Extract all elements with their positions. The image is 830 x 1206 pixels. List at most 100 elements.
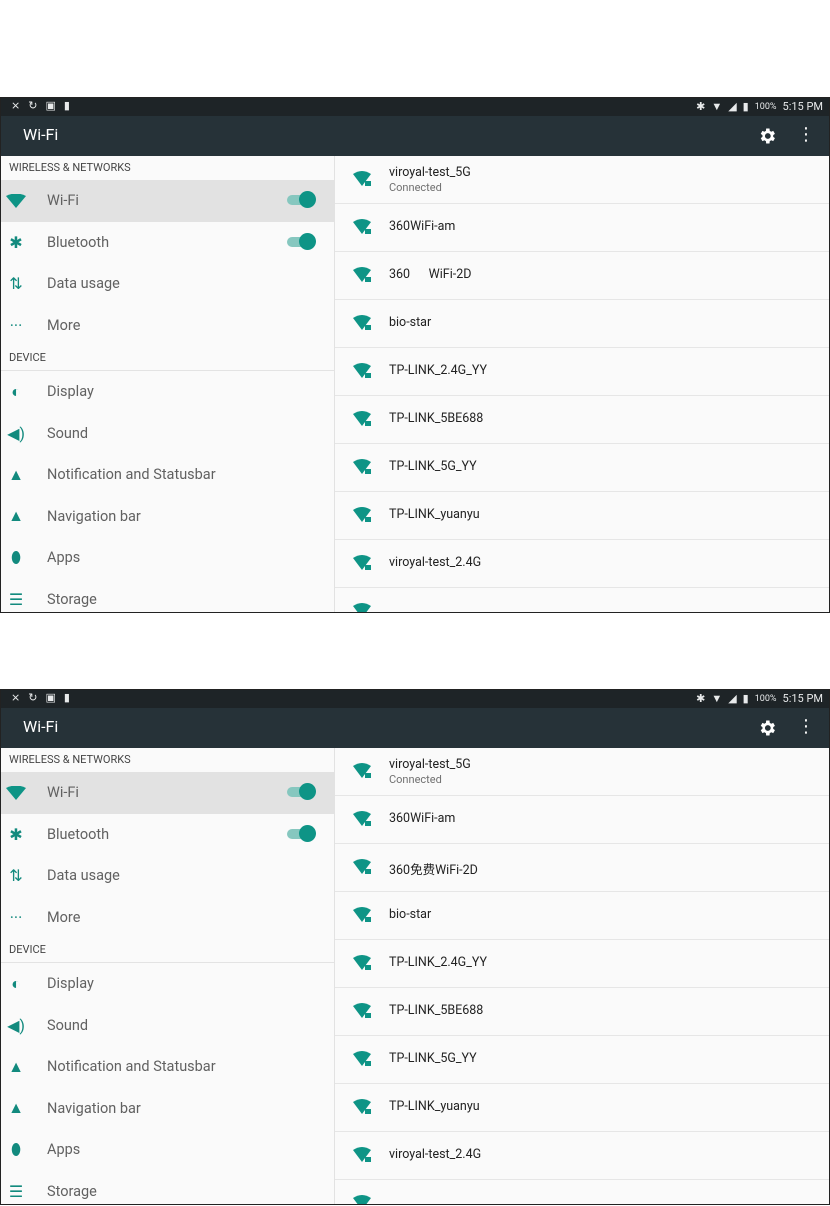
network-item[interactable]: TP-LINK_5G_YY — [335, 444, 829, 492]
wifi-lock-icon — [353, 955, 371, 970]
overflow-menu-icon[interactable]: ⋮ — [797, 716, 815, 737]
sidebar-item-label: Apps — [47, 549, 81, 567]
wifi-lock-icon — [353, 1147, 371, 1162]
network-name: viroyal-test_5G — [389, 165, 471, 180]
sidebar-item-label: Navigation bar — [47, 507, 141, 525]
network-item[interactable]: viroyal-test_5G Connected — [335, 156, 829, 204]
volume-icon: ◀) — [7, 423, 25, 443]
cell-signal-icon: ◢ — [728, 100, 737, 113]
wifi-toggle[interactable] — [287, 783, 316, 800]
network-name: viroyal-test_2.4G — [389, 555, 482, 570]
network-item[interactable]: TP-LINK_5G_YY — [335, 1036, 829, 1084]
android-icon: ⬮ — [10, 547, 22, 567]
network-name: viroyal-test_5G — [389, 757, 471, 772]
wifi-lock-icon — [353, 603, 371, 612]
sidebar-item-label: Storage — [47, 590, 97, 608]
network-item[interactable]: viroyal-test_2.4G — [335, 1132, 829, 1180]
network-name: viroyal-test_2.4G — [389, 1147, 482, 1162]
usb-debug-icon: ⨯ — [11, 691, 21, 704]
wifi-toggle[interactable] — [287, 191, 316, 208]
volume-icon: ◀) — [7, 1015, 25, 1035]
sidebar-item-more[interactable]: ··· More — [1, 897, 334, 939]
sidebar-item-label: Navigation bar — [47, 1099, 141, 1117]
wifi-lock-icon — [353, 1195, 371, 1204]
network-name: 360 WiFi-2D — [389, 267, 472, 282]
clock: 5:15 PM — [782, 100, 823, 113]
sidebar-item-bluetooth[interactable]: ✱ Bluetooth — [1, 814, 334, 856]
battery-percent: 100% — [754, 101, 777, 112]
network-status: Connected — [389, 181, 442, 194]
network-item[interactable]: TP-LINK_5BE688 — [335, 396, 829, 444]
sidebar-item-storage[interactable]: ☰ Storage — [1, 1171, 334, 1205]
status-bar: ⨯ ↻ ▣ ▮ ✱ ▼ ◢ ▮ 100% 5:15 PM — [1, 98, 829, 116]
network-item[interactable]: viroyal-test_2.4G — [335, 540, 829, 588]
sidebar-item-notification[interactable]: ▲ Notification and Statusbar — [1, 454, 334, 496]
sidebar-item-display[interactable]: ◐ Display — [1, 963, 334, 1005]
wifi-lock-icon — [353, 315, 371, 330]
sidebar-item-display[interactable]: ◐ Display — [1, 371, 334, 413]
network-item[interactable]: 360免费WiFi-2D — [335, 844, 829, 892]
sidebar-item-apps[interactable]: ⬮ Apps — [1, 1129, 334, 1171]
wifi-lock-icon — [353, 859, 371, 874]
network-item[interactable]: TP-LINK_yuanyu — [335, 492, 829, 540]
more-icon: ··· — [9, 907, 23, 927]
bell-icon: ▲ — [8, 464, 24, 484]
sidebar-item-sound[interactable]: ◀) Sound — [1, 413, 334, 455]
network-status: Connected — [389, 773, 442, 786]
network-item-partial[interactable] — [335, 1180, 829, 1204]
bell-icon: ▲ — [8, 506, 24, 526]
sidebar-item-apps[interactable]: ⬮ Apps — [1, 537, 334, 579]
sidebar-item-sound[interactable]: ◀) Sound — [1, 1005, 334, 1047]
wifi-lock-icon — [353, 1099, 371, 1114]
sidebar-item-data-usage[interactable]: ⇅ Data usage — [1, 855, 334, 897]
network-item-partial[interactable] — [335, 588, 829, 612]
sidebar-item-label: More — [47, 908, 81, 926]
data-usage-icon: ⇅ — [9, 866, 23, 886]
sidebar-item-storage[interactable]: ☰ Storage — [1, 579, 334, 613]
network-name: 360WiFi-am — [389, 219, 456, 234]
app-bar: Wi-Fi ⋮ — [1, 116, 829, 156]
network-name: TP-LINK_5G_YY — [389, 459, 477, 474]
network-item[interactable]: TP-LINK_yuanyu — [335, 1084, 829, 1132]
gear-icon[interactable] — [757, 718, 777, 738]
overflow-menu-icon[interactable]: ⋮ — [797, 124, 815, 145]
sidebar-item-notification[interactable]: ▲ Notification and Statusbar — [1, 1046, 334, 1088]
image-icon: ▣ — [45, 99, 56, 112]
sidebar-item-bluetooth[interactable]: ✱ Bluetooth — [1, 222, 334, 264]
bluetooth-toggle[interactable] — [287, 232, 316, 250]
sidebar-item-wifi[interactable]: Wi-Fi — [1, 772, 334, 814]
bluetooth-icon: ✱ — [9, 824, 23, 844]
network-item[interactable]: 360WiFi-am — [335, 796, 829, 844]
network-item[interactable]: TP-LINK_2.4G_YY — [335, 348, 829, 396]
sidebar-item-navigation-bar[interactable]: ▲ Navigation bar — [1, 496, 334, 538]
gear-icon[interactable] — [757, 126, 777, 146]
bluetooth-toggle[interactable] — [287, 824, 316, 842]
settings-sidebar: WIRELESS & NETWORKS Wi-Fi ✱ Bluetooth ⇅ … — [1, 156, 335, 613]
clipboard-icon: ▮ — [63, 691, 70, 704]
sidebar-item-label: Sound — [47, 1016, 89, 1034]
sidebar-item-label: Display — [47, 975, 94, 993]
network-item[interactable]: TP-LINK_5BE688 — [335, 988, 829, 1036]
network-item[interactable]: bio-star — [335, 300, 829, 348]
battery-icon: ▮ — [742, 100, 749, 113]
network-item[interactable]: 360WiFi-am — [335, 204, 829, 252]
sidebar-item-navigation-bar[interactable]: ▲ Navigation bar — [1, 1088, 334, 1130]
network-name: bio-star — [389, 315, 432, 330]
network-item[interactable]: TP-LINK_2.4G_YY — [335, 940, 829, 988]
screenshot-2: ⨯ ↻ ▣ ▮ ✱ ▼ ◢ ▮ 100% 5:15 PM Wi-Fi ⋮ WIR… — [0, 689, 830, 1205]
wifi-lock-icon — [353, 171, 371, 186]
bell-icon: ▲ — [8, 1056, 24, 1076]
brightness-icon: ◐ — [11, 973, 21, 993]
network-item[interactable]: bio-star — [335, 892, 829, 940]
sidebar-item-data-usage[interactable]: ⇅ Data usage — [1, 263, 334, 305]
network-name: TP-LINK_2.4G_YY — [389, 363, 487, 378]
sidebar-item-more[interactable]: ··· More — [1, 305, 334, 347]
network-item[interactable]: 360 WiFi-2D — [335, 252, 829, 300]
section-header-wireless: WIRELESS & NETWORKS — [9, 753, 131, 766]
sidebar-item-label: Bluetooth — [47, 825, 110, 843]
wifi-lock-icon — [353, 411, 371, 426]
network-name: TP-LINK_5BE688 — [389, 411, 484, 426]
network-item[interactable]: viroyal-test_5G Connected — [335, 748, 829, 796]
battery-percent: 100% — [754, 693, 777, 704]
sidebar-item-wifi[interactable]: Wi-Fi — [1, 180, 334, 222]
